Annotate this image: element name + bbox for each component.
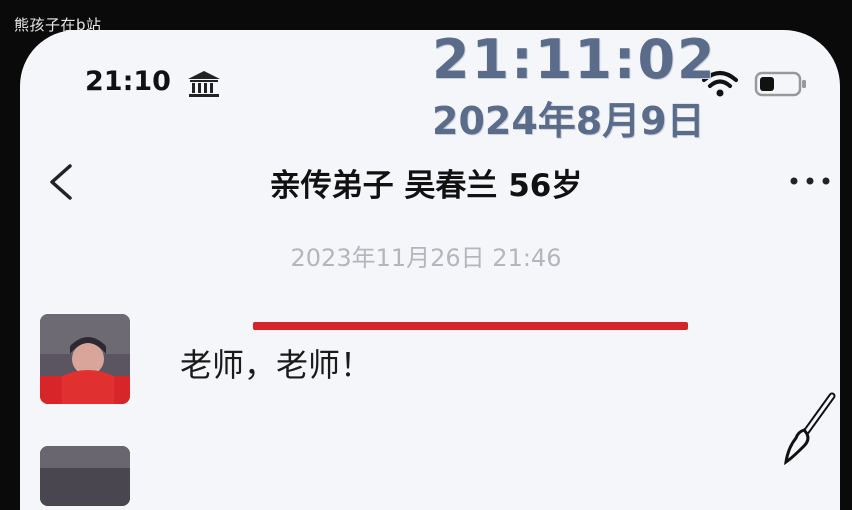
more-options-icon[interactable] [788, 175, 832, 187]
overlay-time: 21:11:02 [432, 28, 717, 91]
message-text: 老师，老师！ [180, 346, 373, 384]
overlay-date: 2024年8月9日 [432, 99, 705, 143]
red-highlight-line [253, 322, 688, 330]
battery-icon [754, 71, 806, 97]
avatar[interactable] [40, 314, 130, 404]
bank-icon [188, 71, 220, 97]
message-timestamp: 2023年11月26日 21:46 [290, 244, 562, 272]
avatar[interactable] [40, 446, 130, 506]
status-time: 21:10 [85, 66, 171, 97]
paintbrush-icon[interactable] [782, 392, 838, 468]
chat-title: 亲传弟子 吴春兰 56岁 [269, 168, 583, 204]
